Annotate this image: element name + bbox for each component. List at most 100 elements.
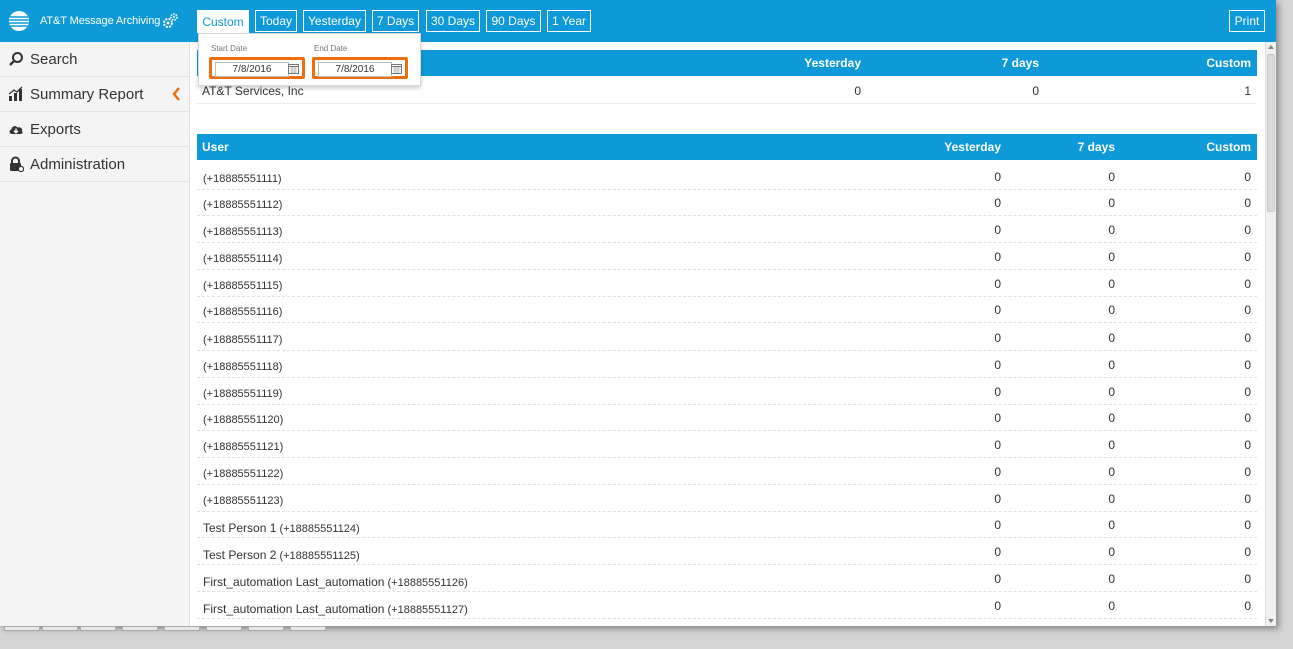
cell-custom: 0 [1244,572,1251,586]
taskbar-button[interactable] [290,626,326,631]
user-cell: (+18885551121) [203,441,283,453]
sidebar-item-label: Search [30,50,78,68]
cell-7-days: 0 [1108,545,1115,559]
scroll-up-arrow-icon[interactable] [1268,45,1274,49]
search-icon [8,51,24,67]
range-1-year-button[interactable]: 1 Year [547,10,591,32]
user-phone: (+18885551117) [203,334,283,346]
user-cell: (+18885551119) [203,388,282,400]
cell-7-days: 0 [1108,492,1115,506]
cell-yesterday: 0 [994,492,1001,506]
cell-7-days: 0 [1108,599,1115,613]
cell-custom: 0 [1244,518,1251,532]
range-90-days-button[interactable]: 90 Days [486,10,541,32]
end-date-label: End Date [314,44,348,53]
taskbar-button[interactable] [122,626,158,631]
user-cell: (+18885551115) [203,280,282,292]
table-row: (+18885551113) 0 0 0 [197,216,1257,243]
cell-7-days: 0 [1032,84,1039,98]
sidebar: Search Summary Report Exports Administra… [0,42,190,626]
taskbar-button[interactable] [4,626,40,631]
cell-yesterday: 0 [994,277,1001,291]
user-cell: (+18885551116) [203,306,282,318]
cell-custom: 0 [1244,358,1251,372]
table-row: (+18885551120) 0 0 0 [197,404,1257,431]
column-header-yesterday: Yesterday [944,140,1001,154]
sidebar-item-label: Exports [30,120,81,138]
cell-custom: 1 [1244,84,1251,98]
cell-7-days: 0 [1108,196,1115,210]
cell-custom: 0 [1244,385,1251,399]
user-phone: (+18885551125) [279,550,360,562]
column-header-7-days: 7 days [1077,140,1115,154]
table-row: (+18885551117) 0 0 0 [197,324,1257,351]
cell-yesterday: 0 [994,358,1001,372]
cell-yesterday: 0 [994,465,1001,479]
cell-yesterday: 0 [994,303,1001,317]
taskbar-button[interactable] [42,626,78,631]
sidebar-item-search[interactable]: Search [0,42,189,77]
range-7-days-button[interactable]: 7 Days [372,10,419,32]
taskbar-button[interactable] [206,626,242,631]
print-button[interactable]: Print [1229,10,1265,32]
top-bar: AT&T Message Archiving Custom Today Yest… [0,0,1276,42]
user-phone: (+18885551123) [203,495,284,507]
gears-icon[interactable] [161,12,179,30]
calendar-icon[interactable] [288,63,299,74]
start-date-input[interactable] [215,62,289,77]
cell-custom: 0 [1244,196,1251,210]
user-cell: First_automation Last_automation (+18885… [203,602,468,616]
taskbar-button[interactable] [248,626,284,631]
user-table-header: User Yesterday 7 days Custom [197,134,1257,160]
end-date-input[interactable] [318,62,392,77]
cell-custom: 0 [1244,545,1251,559]
sidebar-item-administration[interactable]: Administration [0,147,189,182]
user-cell: (+18885551118) [203,361,282,373]
table-row: Test Person 2 (+18885551125) 0 0 0 [197,538,1257,565]
table-row: (+18885551121) 0 0 0 [197,431,1257,458]
user-phone: (+18885551114) [203,253,283,265]
taskbar-button[interactable] [164,626,200,631]
table-row: (+18885551123) 0 0 0 [197,485,1257,512]
cell-custom: 0 [1244,438,1251,452]
user-cell: (+18885551113) [203,226,282,238]
user-name: Test Person 2 [203,548,277,562]
taskbar-button[interactable] [80,626,116,631]
cell-7-days: 0 [1108,277,1115,291]
table-row: Test Person 1 (+18885551124) 0 0 0 [197,511,1257,538]
user-cell: (+18885551123) [203,495,283,507]
scrollbar[interactable] [1265,42,1276,626]
cell-yesterday: 0 [994,331,1001,345]
user-phone: (+18885551119) [203,388,283,400]
column-header-yesterday: Yesterday [804,56,861,70]
cell-custom: 0 [1244,492,1251,506]
cell-yesterday: 0 [854,84,861,98]
user-phone: (+18885551127) [387,604,468,616]
cell-yesterday: 0 [994,572,1001,586]
user-cell: (+18885551111) [203,173,282,185]
start-date-label: Start Date [211,44,248,53]
cell-yesterday: 0 [994,170,1001,184]
user-cell: Test Person 1 (+18885551124) [203,521,360,535]
bar-chart-icon [8,86,24,102]
table-row: First_automation Last_automation (+18885… [197,592,1257,619]
range-30-days-button[interactable]: 30 Days [426,10,480,32]
range-yesterday-button[interactable]: Yesterday [303,10,366,32]
cell-7-days: 0 [1108,331,1115,345]
chevron-left-icon[interactable] [171,86,181,102]
cell-7-days: 0 [1108,170,1115,184]
calendar-icon[interactable] [391,63,402,74]
scroll-down-arrow-icon[interactable] [1268,619,1274,623]
cell-custom: 0 [1244,250,1251,264]
table-row: (+18885551122) 0 0 0 [197,458,1257,485]
table-row: (+18885551111) 0 0 0 [197,163,1257,190]
sidebar-item-summary-report[interactable]: Summary Report [0,77,189,112]
sidebar-item-exports[interactable]: Exports [0,112,189,147]
user-cell: (+18885551120) [203,414,283,426]
user-cell: Test Person 2 (+18885551125) [203,548,360,562]
att-globe-icon [9,11,29,31]
scrollbar-thumb[interactable] [1267,54,1275,212]
range-today-button[interactable]: Today [255,10,297,32]
range-custom-button[interactable]: Custom [197,10,249,33]
user-cell: First_automation Last_automation (+18885… [203,575,468,589]
